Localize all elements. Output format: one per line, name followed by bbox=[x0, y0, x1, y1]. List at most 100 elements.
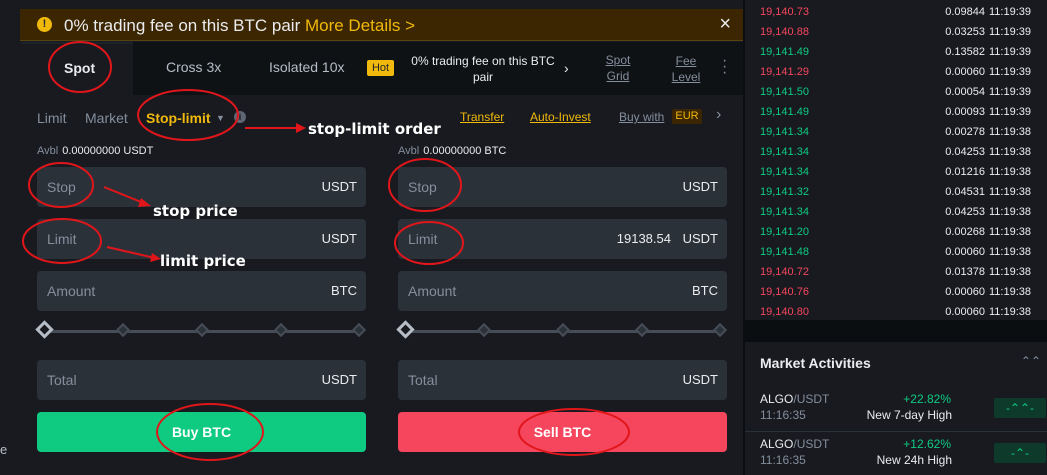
sell-amount-field[interactable]: Amount BTC bbox=[398, 271, 727, 311]
more-details-link[interactable]: More Details > bbox=[305, 16, 415, 35]
trade-price: 19,140.72 bbox=[760, 266, 809, 278]
trade-price: 19,141.34 bbox=[760, 146, 809, 158]
sell-btc-button[interactable]: Sell BTC bbox=[398, 412, 727, 452]
buy-avbl-label: Avbl bbox=[37, 145, 59, 157]
trade-time: 11:19:38 bbox=[988, 246, 1031, 258]
buy-amount-field[interactable]: Amount BTC bbox=[37, 271, 366, 311]
buy-stop-field[interactable]: Stop USDT bbox=[37, 167, 366, 207]
sell-amount-label: Amount bbox=[408, 283, 457, 299]
market-activity-item[interactable]: ALGO/USDT 11:16:35 +22.82% New 7-day Hig… bbox=[745, 386, 1047, 432]
buy-slider-mark-50[interactable] bbox=[194, 322, 210, 338]
trade-price: 19,141.29 bbox=[760, 66, 809, 78]
trade-row: 19,141.34 0.04253 11:19:38 bbox=[745, 202, 1047, 222]
info-icon[interactable]: i bbox=[234, 111, 246, 123]
buy-available: Avbl 0.00000000 USDT bbox=[37, 145, 153, 157]
buy-with-link[interactable]: Buy with bbox=[619, 110, 664, 124]
sell-available: Avbl 0.00000000 BTC bbox=[398, 145, 506, 157]
trend-up-icon: -⌃⌃- bbox=[994, 398, 1046, 418]
banner-text: 0% trading fee on this BTC pair More Det… bbox=[64, 16, 415, 36]
trade-price: 19,141.49 bbox=[760, 106, 809, 118]
promo-banner: ! 0% trading fee on this BTC pair More D… bbox=[20, 9, 743, 41]
buy-total-label: Total bbox=[47, 372, 77, 388]
fee-level-link[interactable]: Fee Level bbox=[668, 53, 704, 85]
buy-avbl-value: 0.00000000 USDT bbox=[62, 145, 154, 157]
trade-time: 11:19:38 bbox=[988, 126, 1031, 138]
spot-grid-line-2: Grid bbox=[606, 69, 630, 83]
trade-time: 11:19:38 bbox=[988, 286, 1031, 298]
close-icon[interactable]: × bbox=[719, 13, 731, 36]
buy-slider-handle[interactable] bbox=[35, 320, 54, 339]
sell-limit-unit: USDT bbox=[682, 231, 718, 246]
collapse-icon[interactable]: ⌃⌃ bbox=[1021, 354, 1041, 368]
sell-slider-mark-100[interactable] bbox=[712, 322, 728, 338]
sell-stop-label: Stop bbox=[408, 179, 437, 195]
left-edge-panel: e bbox=[0, 0, 20, 475]
sell-limit-value: 19138.54 bbox=[616, 231, 671, 246]
activity-quote: /USDT bbox=[793, 437, 830, 451]
trade-row: 19,140.73 0.09844 11:19:39 bbox=[745, 2, 1047, 22]
fee-level-line-1: Fee bbox=[675, 54, 697, 68]
buy-btc-button[interactable]: Buy BTC bbox=[37, 412, 366, 452]
sell-limit-field[interactable]: Limit 19138.54 USDT bbox=[398, 219, 727, 259]
warning-icon: ! bbox=[37, 17, 52, 32]
order-type-market[interactable]: Market bbox=[85, 110, 128, 126]
more-options-icon[interactable]: · · · bbox=[722, 53, 727, 81]
buy-slider-mark-100[interactable] bbox=[351, 322, 367, 338]
activity-base: ALGO bbox=[760, 392, 794, 406]
trade-time: 11:19:39 bbox=[988, 66, 1031, 78]
tab-cross[interactable]: Cross 3x bbox=[166, 59, 221, 75]
transfer-link[interactable]: Transfer bbox=[460, 110, 504, 124]
trade-row: 19,141.34 0.01216 11:19:38 bbox=[745, 162, 1047, 182]
trade-time: 11:19:38 bbox=[988, 306, 1031, 318]
caret-down-icon[interactable]: ▼ bbox=[216, 113, 225, 123]
tab-isolated[interactable]: Isolated 10x bbox=[269, 59, 345, 75]
buy-amount-unit: BTC bbox=[331, 283, 357, 298]
buy-stop-unit: USDT bbox=[321, 179, 357, 194]
auto-invest-link[interactable]: Auto-Invest bbox=[530, 110, 591, 124]
sell-slider-mark-50[interactable] bbox=[555, 322, 571, 338]
currency-badge[interactable]: EUR bbox=[672, 109, 702, 124]
trade-row: 19,141.49 0.00093 11:19:39 bbox=[745, 102, 1047, 122]
buy-slider-mark-75[interactable] bbox=[273, 322, 289, 338]
sell-avbl-value: 0.00000000 BTC bbox=[423, 145, 507, 157]
order-type-stop-limit[interactable]: Stop-limit bbox=[146, 110, 211, 126]
buy-slider-mark-25[interactable] bbox=[115, 322, 131, 338]
trade-row: 19,141.49 0.13582 11:19:39 bbox=[745, 42, 1047, 62]
sell-slider-mark-25[interactable] bbox=[476, 322, 492, 338]
sell-stop-field[interactable]: Stop USDT bbox=[398, 167, 727, 207]
sell-slider-mark-75[interactable] bbox=[634, 322, 650, 338]
trade-price: 19,140.80 bbox=[760, 306, 809, 318]
activity-pair: ALGO/USDT bbox=[760, 392, 829, 406]
buy-limit-unit: USDT bbox=[321, 231, 357, 246]
trade-row: 19,140.76 0.00060 11:19:38 bbox=[745, 282, 1047, 302]
trade-row: 19,140.88 0.03253 11:19:39 bbox=[745, 22, 1047, 42]
promo-chevron-icon[interactable]: › bbox=[564, 60, 569, 76]
market-activity-item[interactable]: ALGO/USDT 11:16:35 +12.62% New 24h High … bbox=[745, 431, 1047, 475]
sell-total-field[interactable]: Total USDT bbox=[398, 360, 727, 400]
chevron-right-icon[interactable]: › bbox=[716, 106, 721, 124]
trade-time: 11:19:39 bbox=[988, 46, 1031, 58]
trade-row: 19,141.32 0.04531 11:19:38 bbox=[745, 182, 1047, 202]
sell-amount-slider[interactable] bbox=[396, 320, 728, 339]
trade-row: 19,141.34 0.00278 11:19:38 bbox=[745, 122, 1047, 142]
buy-amount-slider[interactable] bbox=[35, 320, 367, 339]
sell-limit-label: Limit bbox=[408, 231, 438, 247]
buy-amount-label: Amount bbox=[47, 283, 96, 299]
trade-price: 19,141.32 bbox=[760, 186, 809, 198]
trade-row: 19,141.20 0.00268 11:19:38 bbox=[745, 222, 1047, 242]
trade-price: 19,141.49 bbox=[760, 46, 809, 58]
activity-time: 11:16:35 bbox=[760, 453, 806, 467]
trade-price: 19,141.20 bbox=[760, 226, 809, 238]
spot-grid-link[interactable]: Spot Grid bbox=[598, 52, 638, 84]
annotation-limit-price: limit price bbox=[160, 252, 246, 270]
buy-total-field[interactable]: Total USDT bbox=[37, 360, 366, 400]
promo-line-1: 0% trading fee on this BTC bbox=[411, 54, 555, 68]
sell-slider-handle[interactable] bbox=[396, 320, 415, 339]
tab-spot[interactable]: Spot bbox=[64, 60, 95, 76]
market-activities-panel: Market Activities ⌃⌃ ALGO/USDT 11:16:35 … bbox=[745, 342, 1047, 475]
activity-description: New 24h High bbox=[876, 453, 952, 467]
promo-text[interactable]: 0% trading fee on this BTC pair bbox=[405, 53, 561, 85]
promo-line-2: pair bbox=[472, 70, 493, 84]
sell-stop-unit: USDT bbox=[682, 179, 718, 194]
order-type-limit[interactable]: Limit bbox=[37, 110, 67, 126]
